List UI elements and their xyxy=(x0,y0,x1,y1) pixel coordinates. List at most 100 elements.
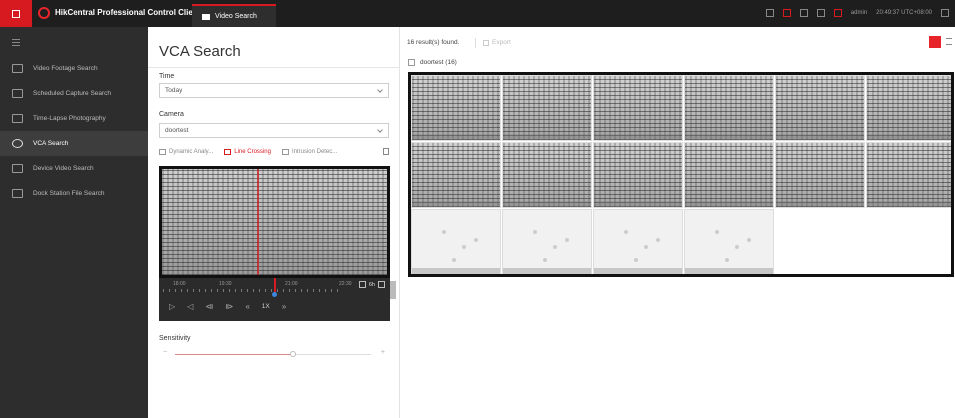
chevron-down-icon xyxy=(377,127,383,133)
title-bar: HikCentral Professional Control Client V… xyxy=(0,0,955,27)
thumbnail-caption-bar xyxy=(503,201,591,207)
divider xyxy=(148,67,400,68)
frame-back-icon[interactable]: ⧏ xyxy=(205,302,213,311)
result-thumbnail[interactable] xyxy=(411,75,501,141)
tab-label: Line Crossing xyxy=(234,148,271,155)
sidebar: Video Footage Search Scheduled Capture S… xyxy=(0,27,148,418)
result-thumbnail[interactable] xyxy=(866,142,951,208)
result-thumbnail[interactable] xyxy=(866,75,951,141)
result-thumbnail[interactable] xyxy=(684,209,774,274)
main-menu-button[interactable] xyxy=(0,0,32,27)
wrench-icon[interactable] xyxy=(765,9,774,17)
thumbnail-view-button[interactable] xyxy=(929,36,941,48)
top-right-toolbar: admin 20:49:37 UTC+08:00 xyxy=(765,9,949,17)
tab-line-crossing[interactable]: Line Crossing xyxy=(224,148,271,155)
dynamic-analysis-icon xyxy=(159,148,166,155)
result-thumbnail[interactable] xyxy=(502,75,592,141)
grid-icon xyxy=(12,9,20,18)
thumbnail-caption-bar xyxy=(412,201,500,207)
sidebar-item-device-video-search[interactable]: Device Video Search xyxy=(0,156,148,181)
zoom-out-icon[interactable] xyxy=(358,281,366,288)
camera-select-value: doortest xyxy=(165,127,189,134)
camera-select[interactable]: doortest xyxy=(159,123,389,138)
video-preview[interactable] xyxy=(159,166,390,278)
thumbnail-dot xyxy=(634,258,638,262)
slider-handle[interactable] xyxy=(290,351,296,357)
sidebar-item-scheduled-capture-search[interactable]: Scheduled Capture Search xyxy=(0,81,148,106)
list-view-icon[interactable] xyxy=(946,38,952,45)
tab-label: Dynamic Analy... xyxy=(169,148,214,155)
playhead[interactable] xyxy=(274,278,276,293)
thumbnail-caption-bar xyxy=(867,201,951,207)
result-thumbnail[interactable] xyxy=(593,75,683,141)
thumbnail-caption-bar xyxy=(594,201,682,207)
thumbnail-caption-bar xyxy=(776,134,864,140)
thumbnail-dot xyxy=(565,238,569,242)
thumbnail-caption-bar xyxy=(776,201,864,207)
result-thumbnail[interactable] xyxy=(593,142,683,208)
result-thumbnail[interactable] xyxy=(411,209,501,274)
thumbnail-caption-bar xyxy=(867,134,951,140)
user-name[interactable]: admin xyxy=(851,10,867,16)
tab-video-search[interactable]: Video Search xyxy=(192,4,276,27)
camera-group-label: doortest (16) xyxy=(420,59,457,66)
minus-icon[interactable]: − xyxy=(163,349,167,356)
result-thumbnail[interactable] xyxy=(502,142,592,208)
line-crossing-icon xyxy=(224,148,232,155)
thumbnail-caption-bar xyxy=(412,268,500,274)
thumbnail-dot xyxy=(715,230,719,234)
vca-search-icon xyxy=(12,139,23,148)
sensitivity-slider[interactable]: − + xyxy=(159,349,389,359)
export-button[interactable]: Export xyxy=(483,39,511,46)
sidebar-item-label: Dock Station File Search xyxy=(33,190,105,197)
timeline-ticks[interactable] xyxy=(163,289,343,292)
sidebar-item-video-footage-search[interactable]: Video Footage Search xyxy=(0,56,148,81)
camera-group-checkbox[interactable]: doortest (16) xyxy=(408,59,457,66)
playhead-handle[interactable] xyxy=(272,292,277,297)
tab-dynamic-analysis[interactable]: Dynamic Analy... xyxy=(159,148,214,155)
monitor-icon[interactable] xyxy=(799,9,808,17)
zoom-in-icon[interactable] xyxy=(378,281,385,288)
tab-label: Intrusion Detec... xyxy=(291,148,338,155)
timeline-label: 22:30 xyxy=(339,281,352,287)
result-count: 16 result(s) found. xyxy=(407,39,460,46)
result-thumbnail[interactable] xyxy=(684,142,774,208)
hamburger-icon[interactable] xyxy=(12,39,20,46)
crossing-line[interactable] xyxy=(257,169,259,275)
result-thumbnail[interactable] xyxy=(411,142,501,208)
transfer-icon[interactable] xyxy=(782,9,791,17)
result-thumbnail[interactable] xyxy=(502,209,592,274)
alarm-icon[interactable] xyxy=(833,9,842,17)
export-label: Export xyxy=(492,39,511,46)
time-select[interactable]: Today xyxy=(159,83,389,98)
trash-icon[interactable] xyxy=(383,148,389,155)
thumbnail-caption-bar xyxy=(685,201,773,207)
sidebar-item-time-lapse-photography[interactable]: Time-Lapse Photography xyxy=(0,106,148,131)
timeline-label: 21:00 xyxy=(285,281,298,287)
result-thumbnail[interactable] xyxy=(775,75,865,141)
sidebar-item-label: Scheduled Capture Search xyxy=(33,90,112,97)
speed-up-icon[interactable]: » xyxy=(282,302,286,311)
sidebar-item-vca-search[interactable]: VCA Search xyxy=(0,131,148,156)
play-icon[interactable]: ▷ xyxy=(169,302,175,311)
thumbnail-dot xyxy=(725,258,729,262)
result-thumbnail[interactable] xyxy=(593,209,683,274)
notification-icon[interactable] xyxy=(816,9,825,17)
sidebar-item-dock-station-file-search[interactable]: Dock Station File Search xyxy=(0,181,148,206)
slow-down-icon[interactable]: « xyxy=(245,302,249,311)
thumbnail-caption-bar xyxy=(594,134,682,140)
checkbox[interactable] xyxy=(408,59,415,66)
clock: 20:49:37 UTC+08:00 xyxy=(876,10,932,16)
timeline-zoom: 6h xyxy=(358,281,385,288)
result-thumbnail[interactable] xyxy=(684,75,774,141)
reverse-icon[interactable]: ◁ xyxy=(187,302,193,311)
intrusion-detection-icon xyxy=(281,148,289,155)
result-thumbnail[interactable] xyxy=(775,142,865,208)
plus-icon[interactable]: + xyxy=(381,349,385,356)
frame-forward-icon[interactable]: ⧐ xyxy=(225,302,233,311)
tab-intrusion-detection[interactable]: Intrusion Detec... xyxy=(281,148,338,155)
vca-rule-tabs: Dynamic Analy... Line Crossing Intrusion… xyxy=(159,148,389,155)
lock-icon[interactable] xyxy=(941,9,949,17)
sidebar-item-label: Device Video Search xyxy=(33,165,94,172)
collapse-panel-handle[interactable] xyxy=(390,281,396,299)
